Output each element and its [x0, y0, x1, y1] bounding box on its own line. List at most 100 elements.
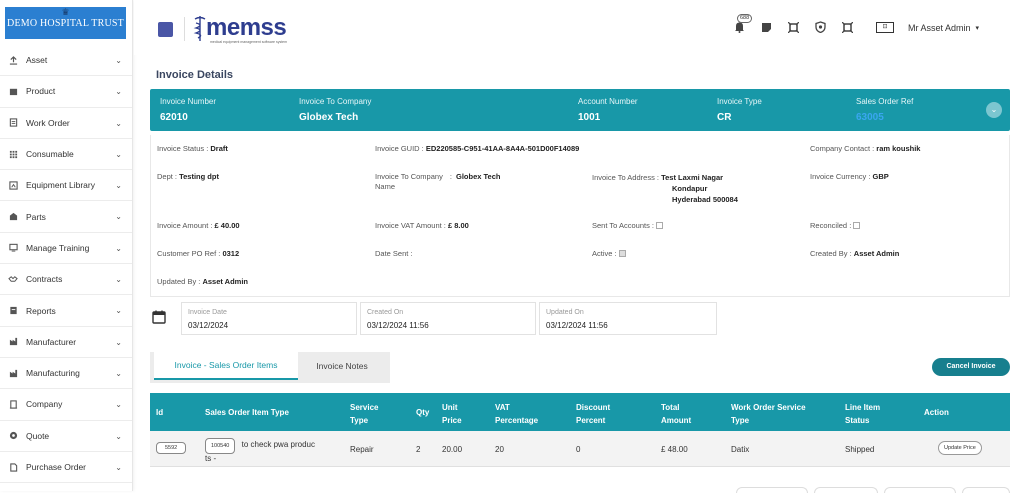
pagination-button[interactable]: [962, 487, 1010, 493]
pagination-button[interactable]: [884, 487, 956, 493]
crosshair-icon[interactable]: [840, 20, 854, 34]
chevron-down-icon: ⌄: [115, 56, 122, 65]
caret-down-icon: ▾: [975, 24, 980, 32]
field-value: Draft: [210, 144, 228, 153]
column-header: Sales Order Item Type: [205, 408, 289, 417]
wo-service-type-cell: Datix: [731, 445, 750, 454]
dates-row: Invoice Date 03/12/2024 Created On 03/12…: [150, 300, 718, 337]
sales-order-ref-link[interactable]: 63005: [856, 112, 913, 123]
sidebar-item-label: Equipment Library: [26, 180, 95, 191]
hospital-logo[interactable]: ♛ DEMO HOSPITAL TRUST: [5, 7, 126, 39]
updated-on-field: Updated On 03/12/2024 11:56: [539, 302, 717, 335]
crosshair-icon[interactable]: [786, 20, 800, 34]
field-value: 03/12/2024 11:56: [546, 321, 608, 330]
active-checkbox[interactable]: [618, 250, 626, 257]
sidebar-item-label: Asset: [26, 55, 48, 66]
crest-icon: ♛: [61, 7, 70, 17]
sidebar-item-company[interactable]: Company ⌄: [0, 389, 132, 421]
menu-toggle-button[interactable]: [158, 22, 173, 37]
sidebar-item-manufacturing[interactable]: Manufacturing ⌄: [0, 358, 132, 390]
sidebar-item-manufacturer[interactable]: Manufacturer ⌄: [0, 327, 132, 358]
address-line-2: Kondapur: [672, 184, 708, 193]
bell-icon[interactable]: 688: [732, 14, 753, 34]
column-header: Unit Price: [442, 401, 462, 427]
avatar: ⊡: [876, 22, 894, 33]
item-code-pill[interactable]: 100540: [205, 438, 236, 454]
clipboard-icon: [8, 118, 18, 128]
cancel-invoice-button[interactable]: Cancel Invoice: [932, 358, 1010, 376]
chevron-down-icon: ⌄: [115, 243, 122, 253]
chevron-down-icon: ⌄: [115, 306, 122, 316]
invoice-to-company-name-field: Invoice To Company: Globex Tech Name: [375, 172, 501, 191]
field-label: Created On: [367, 309, 404, 316]
grid-icon: [8, 149, 18, 159]
report-icon: [8, 306, 18, 316]
total-cell: £ 48.00: [661, 445, 688, 454]
header-line: Percent: [576, 416, 606, 425]
sidebar-item-reports[interactable]: Reports ⌄: [0, 295, 132, 327]
pagination-button[interactable]: [814, 487, 878, 493]
invoice-to-address-field: Invoice To Address : Test Laxmi Nagar Ko…: [592, 172, 738, 205]
reconciled-checkbox[interactable]: [853, 222, 861, 229]
sidebar-item-asset[interactable]: Asset ⌄: [0, 45, 132, 77]
field-label: Customer PO Ref :: [157, 249, 221, 258]
address-line-1: Test Laxmi Nagar: [661, 173, 724, 182]
invoice-details-panel: Invoice Status : Draft Invoice GUID : ED…: [150, 135, 1010, 297]
invoice-to-company-label: Invoice To Company: [299, 97, 372, 106]
sidebar-item-consumable[interactable]: Consumable ⌄: [0, 139, 132, 171]
field-label: Invoice GUID :: [375, 144, 424, 153]
field-label: Invoice To Address :: [592, 173, 659, 182]
created-on-field: Created On 03/12/2024 11:56: [360, 302, 536, 335]
shield-icon[interactable]: [813, 20, 827, 34]
collapse-toggle-button[interactable]: ⌄: [986, 102, 1002, 118]
tab-sales-order-items[interactable]: Invoice - Sales Order Items: [154, 352, 298, 380]
invoice-number-label: Invoice Number: [160, 97, 217, 106]
page-title: Invoice Details: [156, 69, 234, 81]
field-label: Invoice Amount :: [157, 221, 213, 230]
calendar-icon: [152, 310, 166, 324]
unit-price-cell: 20.00: [442, 445, 463, 454]
sidebar-item-manage-training[interactable]: Manage Training ⌄: [0, 233, 132, 265]
column-header: Line Item Status: [845, 401, 880, 427]
sidebar-item-parts[interactable]: Parts ⌄: [0, 201, 132, 233]
id-pill[interactable]: 5592: [156, 442, 187, 454]
sidebar-item-label: Manage Training: [26, 242, 90, 253]
user-menu[interactable]: ⊡ Mr Asset Admin ▾: [876, 22, 979, 33]
dept-field: Dept : Testing dpt: [157, 172, 219, 181]
item-description: to check pwa produc: [241, 440, 315, 449]
chevron-down-icon: ⌄: [115, 149, 122, 159]
update-price-button[interactable]: Update Price: [938, 441, 982, 455]
chevron-down-icon: ⌄: [115, 87, 122, 97]
header-line: Discount: [576, 403, 611, 412]
qty-cell: 2: [416, 445, 421, 454]
id-cell: 5592: [156, 442, 187, 454]
field-label: Invoice Currency :: [810, 172, 871, 181]
table-row: 5592 100540 to check pwa produc ts - Rep…: [150, 431, 1010, 467]
sidebar-item-label: Work Order: [26, 117, 70, 128]
sidebar-item-contracts[interactable]: Contracts ⌄: [0, 264, 132, 296]
note-icon[interactable]: [759, 20, 773, 34]
field-value: 03/12/2024: [188, 321, 229, 330]
address-line-3: Hyderabad 500084: [672, 195, 738, 204]
sidebar-item-equipment-library[interactable]: Equipment Library ⌄: [0, 170, 132, 202]
field-value: £ 40.00: [214, 221, 240, 230]
invoice-date-field: Invoice Date 03/12/2024: [181, 302, 357, 335]
tab-invoice-notes[interactable]: Invoice Notes: [300, 352, 384, 380]
sidebar-item-label: Product: [26, 86, 56, 97]
sales-order-ref-label: Sales Order Ref: [856, 97, 914, 106]
sidebar-item-purchase-order[interactable]: Purchase Order ⌄: [0, 452, 132, 484]
column-header: Qty: [416, 408, 430, 417]
divider: [184, 17, 185, 41]
reconciled-field: Reconciled :: [810, 221, 861, 230]
pagination-button[interactable]: [736, 487, 808, 493]
sidebar-item-quote[interactable]: Quote ⌄: [0, 421, 132, 452]
sent-to-accounts-checkbox[interactable]: [656, 222, 663, 229]
brand-wordmark: memss: [206, 14, 287, 41]
sidebar-item-product[interactable]: Product ⌄: [0, 76, 132, 108]
updated-by-field: Updated By : Asset Admin: [157, 277, 248, 286]
invoice-number: 62010: [160, 112, 188, 123]
sidebar-item-work-order[interactable]: Work Order ⌄: [0, 108, 132, 139]
chevron-down-icon: ⌄: [115, 212, 122, 222]
field-value: 0312: [222, 249, 240, 258]
chevron-down-icon: ⌄: [115, 275, 122, 285]
